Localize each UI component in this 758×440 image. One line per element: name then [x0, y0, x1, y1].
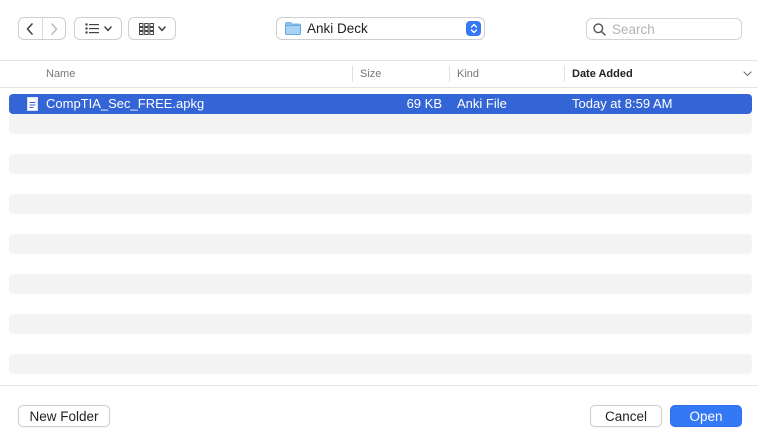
empty-row: [9, 354, 752, 374]
sort-descending-icon: [743, 71, 752, 77]
location-stepper[interactable]: [466, 21, 481, 36]
list-view-button[interactable]: [74, 17, 122, 40]
chevron-left-icon: [27, 22, 34, 35]
location-popup[interactable]: Anki Deck: [276, 17, 485, 40]
column-divider[interactable]: [564, 66, 565, 82]
navigation-buttons: [18, 17, 66, 40]
search-icon: [593, 22, 606, 36]
toolbar: Anki Deck: [0, 0, 758, 60]
chevron-down-icon: [103, 25, 112, 31]
back-button[interactable]: [19, 18, 42, 39]
search-input[interactable]: [612, 21, 732, 37]
document-icon: [27, 97, 38, 111]
column-header-date-added[interactable]: Date Added: [572, 61, 633, 88]
empty-row: [9, 114, 752, 134]
empty-row: [9, 234, 752, 254]
empty-row: [9, 274, 752, 294]
chevron-down-icon: [157, 25, 166, 31]
open-button[interactable]: Open: [670, 405, 742, 427]
search-field[interactable]: [586, 18, 742, 40]
empty-row: [9, 154, 752, 174]
file-name: CompTIA_Sec_FREE.apkg: [46, 96, 205, 111]
file-list[interactable]: CompTIA_Sec_FREE.apkg 69 KB Anki File To…: [9, 94, 752, 384]
cancel-button[interactable]: Cancel: [590, 405, 662, 427]
location-label: Anki Deck: [307, 21, 368, 36]
dialog-footer: New Folder Cancel Open: [0, 385, 758, 440]
up-down-chevron-icon: [470, 23, 477, 34]
file-kind: Anki File: [457, 96, 507, 111]
column-header-kind[interactable]: Kind: [457, 61, 479, 88]
grid-view-button[interactable]: [128, 17, 176, 40]
folder-icon: [285, 22, 301, 35]
file-size: 69 KB: [406, 96, 442, 111]
file-row[interactable]: CompTIA_Sec_FREE.apkg 69 KB Anki File To…: [9, 94, 752, 114]
column-header-name[interactable]: Name: [46, 61, 75, 88]
column-divider[interactable]: [352, 66, 353, 82]
column-header-row: Name Size Kind Date Added: [0, 60, 758, 88]
forward-button[interactable]: [41, 18, 65, 39]
column-divider[interactable]: [449, 66, 450, 82]
chevron-right-icon: [51, 22, 58, 35]
file-date-added: Today at 8:59 AM: [572, 96, 673, 111]
list-icon: [84, 23, 99, 34]
empty-row: [9, 194, 752, 214]
grid-icon: [138, 22, 154, 35]
column-header-size[interactable]: Size: [360, 61, 381, 88]
new-folder-button[interactable]: New Folder: [18, 405, 110, 427]
empty-row: [9, 314, 752, 334]
